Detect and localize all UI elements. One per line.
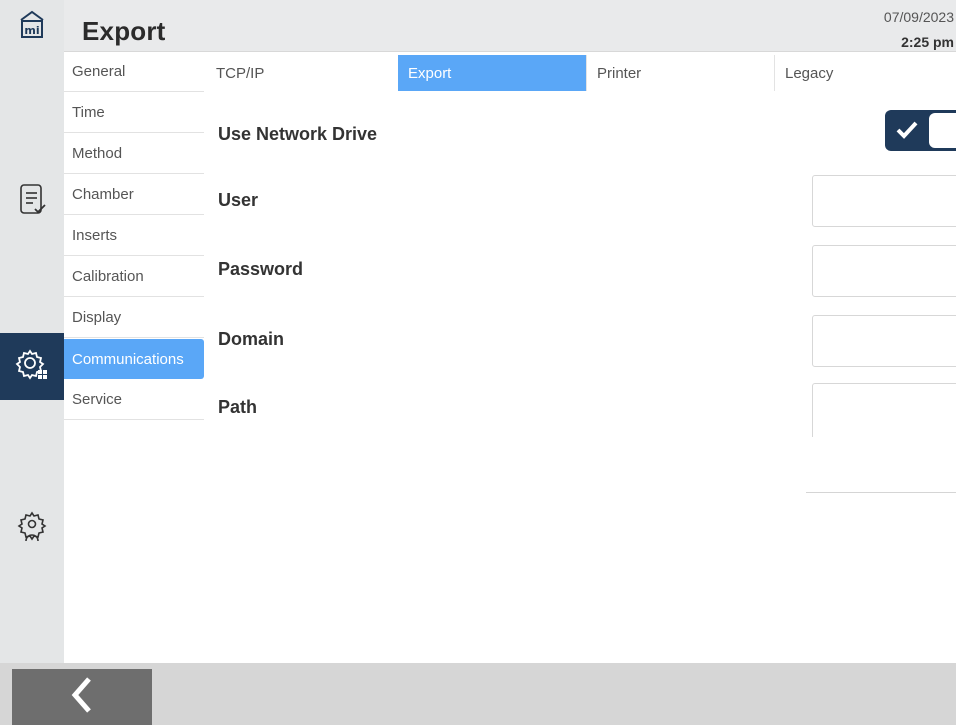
path-input[interactable] <box>812 383 956 437</box>
sidebar-item-general[interactable]: General <box>64 52 204 92</box>
domain-input[interactable] <box>812 315 956 367</box>
chevron-left-icon <box>67 675 97 720</box>
toggle-knob <box>929 113 956 148</box>
password-input[interactable] <box>812 245 956 297</box>
sidebar-item-calibration[interactable]: Calibration <box>64 257 204 297</box>
checkmark-icon <box>894 117 920 148</box>
methods-rail-button[interactable] <box>0 175 64 229</box>
domain-label: Domain <box>218 329 285 349</box>
use-network-drive-toggle[interactable] <box>885 110 956 151</box>
user-input[interactable] <box>812 175 956 227</box>
home-button[interactable]: mi <box>0 0 64 52</box>
tab-export[interactable]: Export <box>398 55 586 91</box>
sidebar-item-chamber[interactable]: Chamber <box>64 175 204 215</box>
page-title: Export <box>82 16 166 46</box>
path-label: Path <box>218 397 258 417</box>
date-display: 07/09/2023 <box>883 9 954 25</box>
settings-rail-button[interactable] <box>0 333 64 400</box>
left-rail <box>0 0 64 663</box>
path-divider <box>806 492 956 493</box>
sidebar-item-communications[interactable]: Communications <box>64 339 204 379</box>
home-mi-icon: mi <box>19 9 45 44</box>
sidebar-item-service[interactable]: Service <box>64 380 204 420</box>
back-button[interactable] <box>12 669 152 725</box>
communications-tabs: TCP/IP Export Printer Legacy <box>206 55 956 91</box>
settings-sidebar: General Time Method Chamber Inserts Cali… <box>64 52 204 421</box>
sidebar-item-display[interactable]: Display <box>64 298 204 338</box>
tab-printer[interactable]: Printer <box>586 55 774 91</box>
time-display: 2:25 pm <box>901 34 954 50</box>
methods-checklist-icon <box>17 183 47 222</box>
user-gear-icon <box>16 511 48 550</box>
user-settings-rail-button[interactable] <box>0 505 64 555</box>
tab-tcp-ip[interactable]: TCP/IP <box>206 55 398 91</box>
sidebar-item-time[interactable]: Time <box>64 93 204 133</box>
use-network-drive-label: Use Network Drive <box>218 124 378 144</box>
settings-gears-icon <box>14 346 50 387</box>
password-label: Password <box>218 259 304 279</box>
sidebar-item-method[interactable]: Method <box>64 134 204 174</box>
user-label: User <box>218 190 259 210</box>
sidebar-item-inserts[interactable]: Inserts <box>64 216 204 256</box>
tab-legacy[interactable]: Legacy <box>774 55 956 91</box>
svg-text:mi: mi <box>24 24 39 37</box>
